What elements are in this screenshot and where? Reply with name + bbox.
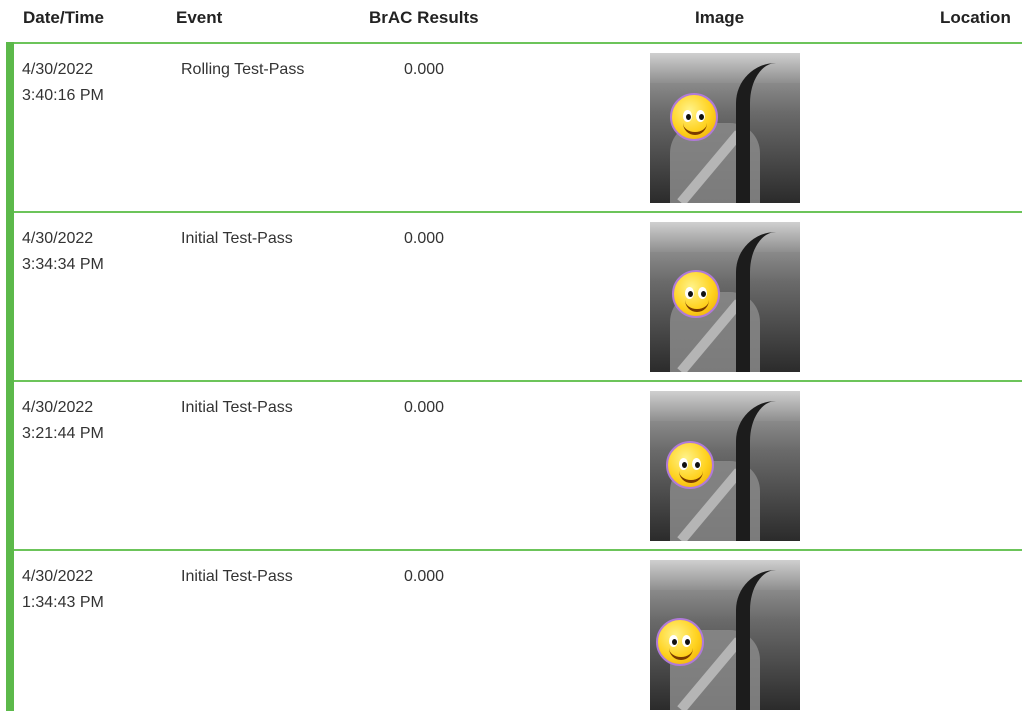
date-text: 4/30/2022 [22,230,94,247]
datetime-cell: 4/30/2022 3:21:44 PM [22,395,162,447]
datetime-cell: 4/30/2022 3:40:16 PM [22,57,162,109]
door-frame [736,401,800,541]
table-header: Date/Time Event BrAC Results Image Locat… [0,0,1022,42]
door-frame [736,570,800,710]
smiley-face-icon [666,441,714,489]
time-text: 1:34:43 PM [22,594,104,611]
selection-accent-bar [6,42,14,711]
door-frame [736,63,800,203]
driver-photo-thumbnail[interactable] [650,222,800,372]
driver-photo-thumbnail[interactable] [650,391,800,541]
header-brac-results[interactable]: BrAC Results [369,8,479,28]
event-cell: Initial Test-Pass [181,230,293,247]
date-text: 4/30/2022 [22,568,94,585]
header-image[interactable]: Image [695,8,744,28]
date-text: 4/30/2022 [22,61,94,78]
driver-photo [650,391,800,541]
driver-photo [650,560,800,710]
smiley-face-icon [656,618,704,666]
event-cell: Rolling Test-Pass [181,61,305,78]
smiley-face-icon [670,93,718,141]
table-row[interactable]: 4/30/2022 3:40:16 PM Rolling Test-Pass 0… [14,42,1022,212]
event-log-page: Date/Time Event BrAC Results Image Locat… [0,0,1022,711]
time-text: 3:40:16 PM [22,87,104,104]
table-row[interactable]: 4/30/2022 3:34:34 PM Initial Test-Pass 0… [14,211,1022,381]
brac-result-cell: 0.000 [404,230,445,247]
driver-photo-thumbnail[interactable] [650,53,800,203]
event-cell: Initial Test-Pass [181,399,293,416]
driver-photo [650,222,800,372]
date-text: 4/30/2022 [22,399,94,416]
event-cell: Initial Test-Pass [181,568,293,585]
driver-photo [650,53,800,203]
table-row[interactable]: 4/30/2022 3:21:44 PM Initial Test-Pass 0… [14,380,1022,550]
time-text: 3:21:44 PM [22,425,104,442]
header-datetime[interactable]: Date/Time [23,8,104,28]
datetime-cell: 4/30/2022 1:34:43 PM [22,564,162,616]
brac-result-cell: 0.000 [404,61,445,78]
header-location[interactable]: Location [940,8,1011,28]
header-event[interactable]: Event [176,8,222,28]
brac-result-cell: 0.000 [404,399,445,416]
smiley-face-icon [672,270,720,318]
table-row[interactable]: 4/30/2022 1:34:43 PM Initial Test-Pass 0… [14,549,1022,711]
door-frame [736,232,800,372]
time-text: 3:34:34 PM [22,256,104,273]
driver-photo-thumbnail[interactable] [650,560,800,710]
brac-result-cell: 0.000 [404,568,445,585]
datetime-cell: 4/30/2022 3:34:34 PM [22,226,162,278]
